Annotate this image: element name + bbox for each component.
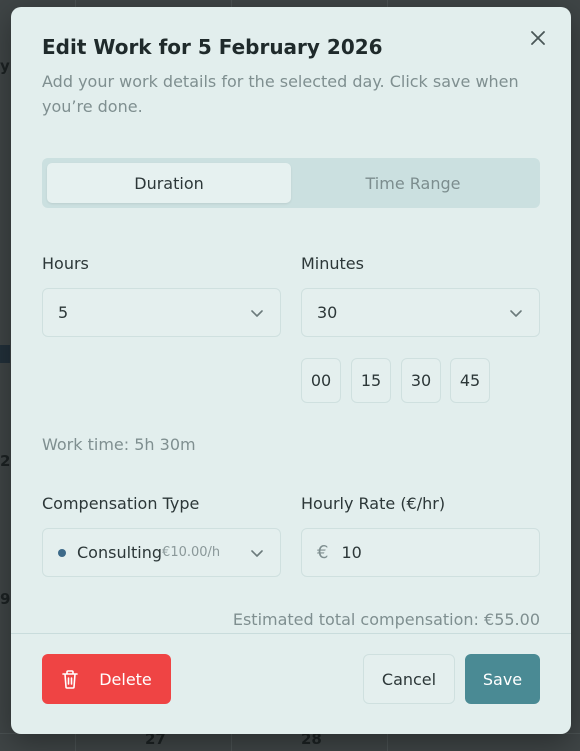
tab-duration[interactable]: Duration [47,163,291,203]
hourly-rate-label: Hourly Rate (€/hr) [301,494,446,513]
save-button[interactable]: Save [465,654,540,704]
hours-value: 5 [58,303,69,322]
compensation-rate-hint: €10.00/h [162,545,221,560]
delete-button-label: Delete [99,669,152,689]
compensation-color-dot [58,548,66,557]
hourly-rate-input[interactable]: € 10 [301,528,540,577]
minutes-quick-00[interactable]: 00 [301,358,341,403]
entry-mode-tabs: Duration Time Range [42,158,540,208]
calendar-edge-text: 9 [0,590,11,608]
delete-button[interactable]: Delete [42,654,171,704]
hourly-rate-value: 10 [341,543,362,562]
tab-time-range[interactable]: Time Range [291,163,535,203]
euro-icon: € [317,542,329,563]
compensation-type-select[interactable]: Consulting €10.00/h [42,528,281,577]
chevron-down-icon [250,546,264,560]
close-button[interactable] [527,27,549,49]
compensation-type-label: Compensation Type [42,494,200,513]
estimated-compensation: Estimated total compensation: €55.00 [232,610,540,629]
minutes-quick-15[interactable]: 15 [351,358,391,403]
work-time-summary: Work time: 5h 30m [42,435,196,454]
calendar-event-chip [0,345,10,363]
minutes-value: 30 [317,303,338,322]
minutes-quick-30[interactable]: 30 [401,358,441,403]
calendar-edge-text: y [0,57,10,75]
minutes-label: Minutes [301,254,364,273]
compensation-type-value: Consulting [77,543,163,562]
dialog-description: Add your work details for the selected d… [42,72,519,116]
calendar-edge-text: 2 [0,452,11,470]
edit-work-dialog: Edit Work for 5 February 2026 Add your w… [11,7,571,734]
cancel-button[interactable]: Cancel [363,654,455,704]
close-icon [531,31,545,45]
chevron-down-icon [509,306,523,320]
minutes-quick-45[interactable]: 45 [450,358,490,403]
hours-select[interactable]: 5 [42,288,281,337]
hours-label: Hours [42,254,89,273]
trash-icon [61,669,79,689]
minutes-select[interactable]: 30 [301,288,540,337]
footer-divider [11,633,571,634]
dialog-title: Edit Work for 5 February 2026 [42,35,383,59]
chevron-down-icon [250,306,264,320]
